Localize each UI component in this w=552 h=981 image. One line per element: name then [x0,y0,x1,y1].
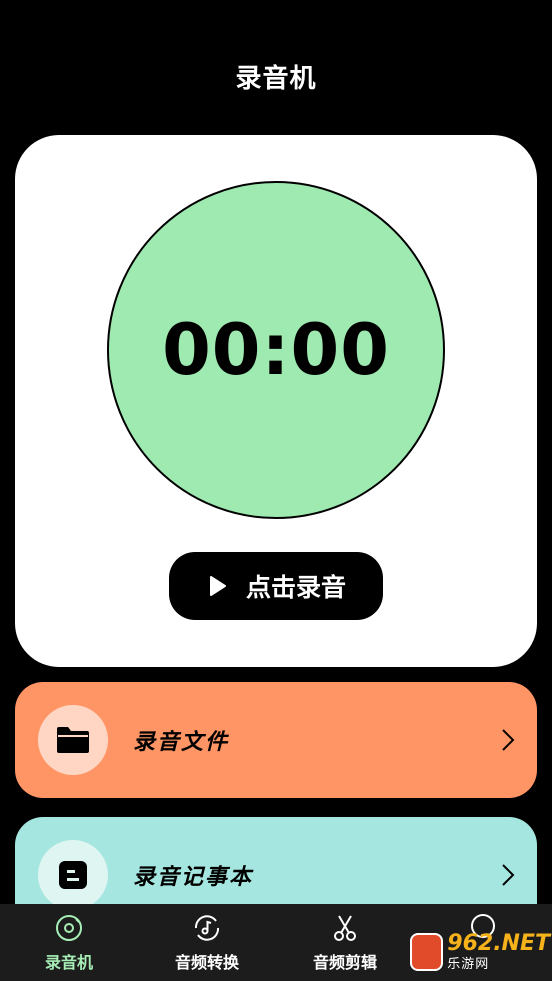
chevron-right-icon [502,729,515,751]
tab-audio-edit-label: 音频剪辑 [312,953,377,972]
record-disc-icon [56,915,82,941]
tab-audio-edit[interactable]: 音频剪辑 [276,904,414,981]
watermark-sub-text: 乐游网 [447,957,490,972]
recorder-card: 00:00 点击录音 [15,135,537,667]
page-title: 录音机 [235,64,317,94]
timer-display: 00:00 [162,309,390,391]
tab-recorder-label: 录音机 [44,953,93,972]
folder-icon [57,727,89,753]
audio-convert-icon [194,915,220,941]
timer-circle: 00:00 [107,181,445,519]
site-watermark: 962.NET 乐游网 [410,926,550,978]
folder-icon-badge [38,705,108,775]
tab-audio-convert-label: 音频转换 [174,953,239,972]
recording-notebook-label: 录音记事本 [133,865,254,890]
watermark-main-text: 962.NET [447,931,550,956]
chevron-right-icon [502,864,515,886]
title-bar: 录音机 [0,0,552,135]
watermark-logo-icon [410,933,444,971]
notes-icon [59,861,87,889]
notes-icon-badge [38,840,108,910]
scissors-icon [334,915,356,941]
tab-audio-convert[interactable]: 音频转换 [138,904,276,981]
record-button-label: 点击录音 [245,573,346,602]
recording-files-card[interactable]: 录音文件 [15,682,537,798]
recording-files-label: 录音文件 [133,730,230,755]
play-icon [209,576,226,596]
tab-recorder[interactable]: 录音机 [0,904,138,981]
record-button[interactable]: 点击录音 [169,552,383,620]
